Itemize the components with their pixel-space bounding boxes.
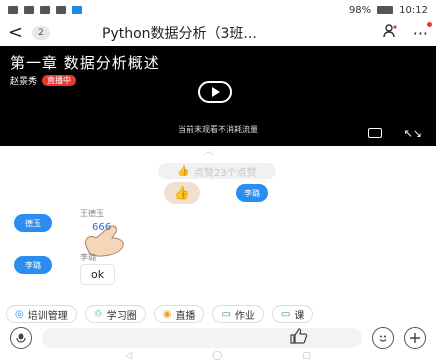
target-icon: ◎ xyxy=(15,308,24,320)
tool-homework[interactable]: ▭ 作业 xyxy=(212,305,264,323)
video-title: 第一章 数据分析概述 xyxy=(10,54,160,72)
play-button[interactable] xyxy=(198,81,232,103)
tool-label: 直播 xyxy=(175,310,196,322)
cast-icon[interactable] xyxy=(368,128,382,138)
clock: 10:12 xyxy=(399,4,428,16)
signal-icon xyxy=(24,6,34,14)
message-icon xyxy=(72,6,82,14)
tool-circle[interactable]: ♲ 学习圈 xyxy=(84,305,146,323)
plus-button[interactable] xyxy=(404,327,426,349)
wifi-icon xyxy=(40,6,50,14)
emoji-button[interactable] xyxy=(372,327,394,349)
system-home-icon[interactable]: ◯ xyxy=(212,351,222,361)
chevron-up-icon[interactable]: ︿ xyxy=(204,144,213,157)
voice-button[interactable] xyxy=(10,327,32,349)
thumbs-up-icon: 👍 xyxy=(177,165,190,177)
homework-icon: ▭ xyxy=(221,308,231,320)
chat-area[interactable]: ︿ 👍 点赞23个点赞 👍 李璐 德玉 王德玉 666 李璐 李璐 ok xyxy=(0,146,436,286)
thumbs-sticker[interactable]: 👍 xyxy=(164,182,200,204)
notification-icon xyxy=(56,6,66,14)
tool-label: 培训管理 xyxy=(27,310,68,322)
system-nav-bar: ◁ ◯ ▢ xyxy=(0,350,436,361)
like-button[interactable] xyxy=(290,328,308,348)
message-bubble[interactable]: ok xyxy=(80,264,116,285)
plus-icon xyxy=(410,333,420,343)
course-icon: ▭ xyxy=(280,308,291,320)
thumbs-up-icon xyxy=(290,328,308,344)
status-icons xyxy=(8,6,82,14)
live-icon: ◉ xyxy=(162,308,172,320)
group-members-icon[interactable] xyxy=(383,24,399,42)
tool-label: 作业 xyxy=(234,310,255,322)
video-player[interactable]: 第一章 数据分析概述 赵景秀 直播中 当前未观看不消耗流量 ↖↘ xyxy=(0,46,436,146)
tool-training[interactable]: ◎ 培训管理 xyxy=(6,305,77,323)
recycle-icon: ♲ xyxy=(93,308,103,320)
status-bar: 98% 10:12 xyxy=(0,0,436,20)
tool-label: 学习圈 xyxy=(106,310,137,322)
nav-bar: < 2 Python数据分析（3班... ··· xyxy=(0,20,436,46)
avatar[interactable]: 德玉 xyxy=(14,214,52,232)
tool-course[interactable]: ▭ 课 xyxy=(271,305,314,323)
back-button[interactable]: < xyxy=(8,22,30,44)
sender-name: 李璐 xyxy=(80,253,96,262)
smile-icon xyxy=(379,335,387,342)
play-icon xyxy=(212,87,220,97)
author-name: 赵景秀 xyxy=(10,77,38,87)
avatar[interactable]: 李璐 xyxy=(236,184,268,202)
tool-live[interactable]: ◉ 直播 xyxy=(153,305,205,323)
sim-icon xyxy=(8,6,18,14)
battery-icon xyxy=(377,6,394,14)
page-title: Python数据分析（3班... xyxy=(102,26,257,42)
unread-badge: 2 xyxy=(32,26,50,40)
input-bar xyxy=(0,326,436,350)
praise-text: 点赞23个点赞 xyxy=(193,167,257,179)
microphone-icon xyxy=(16,333,26,343)
tool-bar: ◎ 培训管理 ♲ 学习圈 ◉ 直播 ▭ 作业 ▭ 课 xyxy=(0,302,436,326)
tool-label: 课 xyxy=(294,310,305,322)
more-menu-icon[interactable]: ··· xyxy=(413,21,432,43)
video-author: 赵景秀 直播中 xyxy=(10,74,77,87)
sticker-text: 666 xyxy=(92,222,111,233)
live-badge: 直播中 xyxy=(42,75,77,86)
message-input[interactable] xyxy=(42,328,362,348)
avatar[interactable]: 李璐 xyxy=(14,256,52,274)
fullscreen-icon[interactable]: ↖↘ xyxy=(404,127,422,140)
battery-level: 98% xyxy=(348,4,372,16)
system-back-icon[interactable]: ◁ xyxy=(125,351,132,361)
system-recents-icon[interactable]: ▢ xyxy=(302,351,311,361)
praise-notice: 👍 点赞23个点赞 xyxy=(158,163,276,179)
